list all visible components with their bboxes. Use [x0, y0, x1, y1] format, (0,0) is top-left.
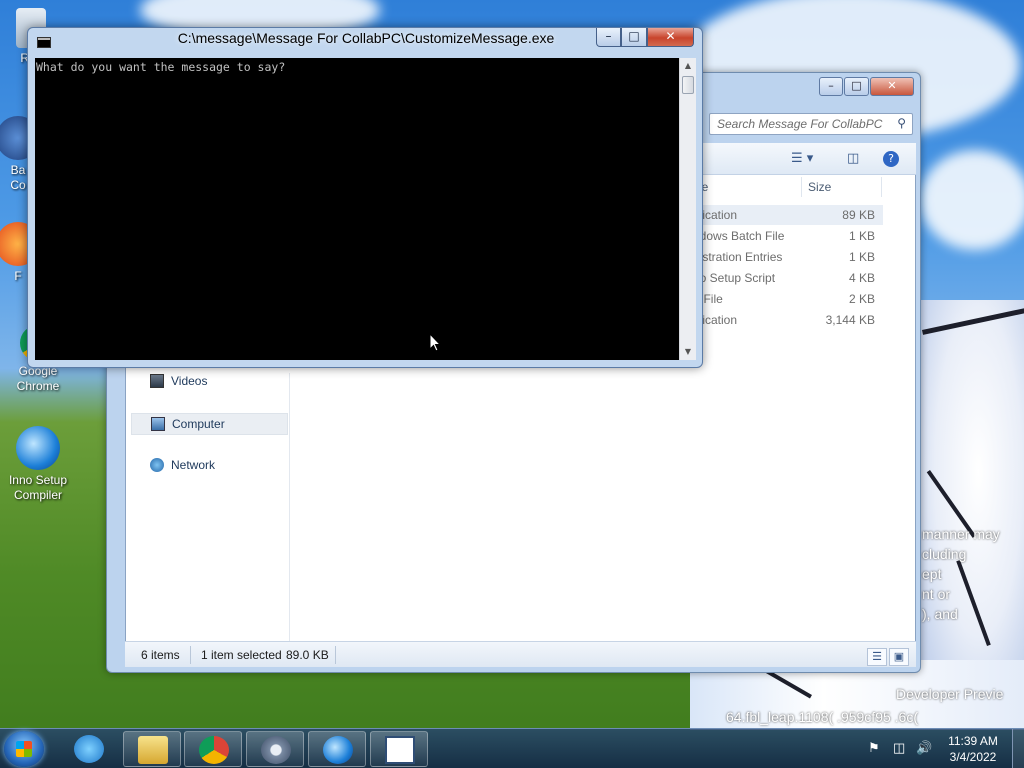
chrome-icon — [199, 736, 229, 764]
scroll-thumb[interactable] — [682, 76, 694, 94]
taskbar-item-chrome[interactable] — [184, 731, 242, 767]
desktop-icon-label: Inno Setup Compiler — [8, 473, 68, 502]
action-center-flag-icon[interactable]: ⚑ — [868, 740, 880, 756]
console-close-button[interactable]: ✕ — [647, 28, 694, 47]
mouse-cursor-icon — [429, 333, 441, 352]
taskbar-item-file-explorer[interactable] — [123, 731, 181, 767]
scroll-up-icon[interactable]: ▲ — [680, 58, 696, 74]
nav-item-label: Videos — [171, 374, 208, 388]
nav-item-label: Computer — [172, 417, 225, 431]
console-scrollbar[interactable]: ▲ ▼ — [679, 58, 696, 360]
desktop-icon-label: Google Chrome — [16, 364, 60, 393]
explorer-minimize-button[interactable]: – — [819, 77, 843, 96]
nav-item-label: Network — [171, 458, 216, 472]
explorer-close-button[interactable]: ✕ — [870, 77, 914, 96]
watermark-line: ept — [922, 566, 942, 582]
file-type: no Setup Script — [693, 271, 776, 285]
scroll-down-icon[interactable]: ▼ — [680, 344, 696, 360]
console-output[interactable]: What do you want the message to say? — [35, 58, 679, 360]
file-row[interactable]: no Setup Script 4 KB — [693, 268, 883, 288]
watermark-line: nt or — [922, 586, 951, 602]
desktop-icon-inno-setup[interactable]: Inno Setup Compiler — [3, 426, 73, 503]
status-selection: 1 item selected — [201, 648, 282, 662]
inno-setup-icon — [16, 426, 60, 470]
system-clock[interactable]: 11:39 AM 3/4/2022 — [940, 733, 1006, 765]
computer-icon — [151, 417, 165, 431]
show-desktop-button[interactable] — [1012, 729, 1024, 768]
console-minimize-button[interactable]: – — [596, 28, 621, 47]
windows-logo-icon — [16, 741, 32, 757]
taskbar-item-settings[interactable] — [246, 731, 304, 767]
help-icon[interactable]: ? — [883, 151, 899, 167]
desktop-icon-label: Ba Co — [10, 163, 26, 192]
nav-item-computer[interactable]: Computer — [131, 413, 288, 435]
views-dropdown-icon[interactable]: ☰ ▾ — [791, 151, 813, 166]
details-view-icon[interactable]: ☰ — [867, 648, 887, 666]
taskbar-item-internet-explorer[interactable] — [60, 731, 118, 767]
file-size: 1 KB — [848, 250, 875, 264]
file-explorer-icon — [138, 736, 168, 764]
watermark-line: ), and — [922, 606, 958, 622]
file-size: 89 KB — [842, 208, 875, 222]
large-icons-view-icon[interactable]: ▣ — [889, 648, 909, 666]
file-type: gistration Entries — [693, 250, 783, 264]
column-header-size[interactable]: Size — [808, 180, 831, 194]
network-tray-icon[interactable]: ◫ — [893, 740, 905, 756]
settings-gear-icon — [261, 736, 291, 764]
volume-icon[interactable]: 🔊 — [916, 740, 932, 756]
search-placeholder: Search Message For CollabPC — [717, 117, 883, 131]
column-divider — [881, 177, 882, 197]
console-maximize-button[interactable]: □ — [621, 28, 647, 47]
file-size: 4 KB — [848, 271, 875, 285]
status-bar: 6 items 1 item selected 89.0 KB ☰ ▣ — [125, 641, 916, 667]
file-row[interactable]: plication 3,144 KB — [693, 310, 883, 330]
build-string: 64.fbl_leap.1108( .959cf95 .6c( — [726, 709, 918, 725]
preview-pane-icon[interactable]: ◫ — [847, 151, 859, 166]
file-row[interactable]: ndows Batch File 1 KB — [693, 226, 883, 246]
file-row[interactable]: T File 2 KB — [693, 289, 883, 309]
clock-time: 11:39 AM — [948, 734, 998, 748]
explorer-maximize-button[interactable]: □ — [844, 77, 869, 96]
cloud — [920, 150, 1024, 250]
file-size: 2 KB — [848, 292, 875, 306]
nav-item-network[interactable]: Network — [131, 455, 288, 477]
desktop-icon-label: F — [14, 269, 22, 283]
internet-explorer-icon — [74, 735, 104, 763]
network-icon — [150, 458, 164, 472]
file-type: ndows Batch File — [693, 229, 785, 243]
taskbar-item-console[interactable] — [370, 731, 428, 767]
inno-setup-icon — [323, 736, 353, 764]
start-button[interactable] — [4, 731, 44, 767]
taskbar: ⚑ ◫ 🔊 11:39 AM 3/4/2022 — [0, 728, 1024, 768]
file-row[interactable]: plication 89 KB — [693, 205, 883, 225]
status-divider — [190, 646, 191, 664]
videos-folder-icon — [150, 374, 164, 388]
nav-pane-divider — [289, 373, 290, 643]
status-item-count: 6 items — [141, 648, 180, 662]
console-window[interactable]: C:\message\Message For CollabPC\Customiz… — [27, 27, 703, 368]
nav-item-videos[interactable]: Videos — [131, 371, 288, 393]
clock-date: 3/4/2022 — [949, 750, 997, 764]
search-icon[interactable]: ⚲ — [897, 116, 906, 130]
file-size: 3,144 KB — [825, 313, 875, 327]
status-divider — [335, 646, 336, 664]
watermark-line: manner may — [922, 526, 1000, 542]
taskbar-item-inno-setup[interactable] — [308, 731, 366, 767]
status-selection-size: 89.0 KB — [286, 648, 329, 662]
column-divider — [801, 177, 802, 197]
console-icon — [385, 736, 415, 764]
file-size: 1 KB — [848, 229, 875, 243]
search-input[interactable]: Search Message For CollabPC ⚲ — [709, 113, 913, 135]
file-row[interactable]: gistration Entries 1 KB — [693, 247, 883, 267]
build-title: Developer Previe — [896, 686, 1004, 702]
watermark-line: cluding — [922, 546, 967, 562]
